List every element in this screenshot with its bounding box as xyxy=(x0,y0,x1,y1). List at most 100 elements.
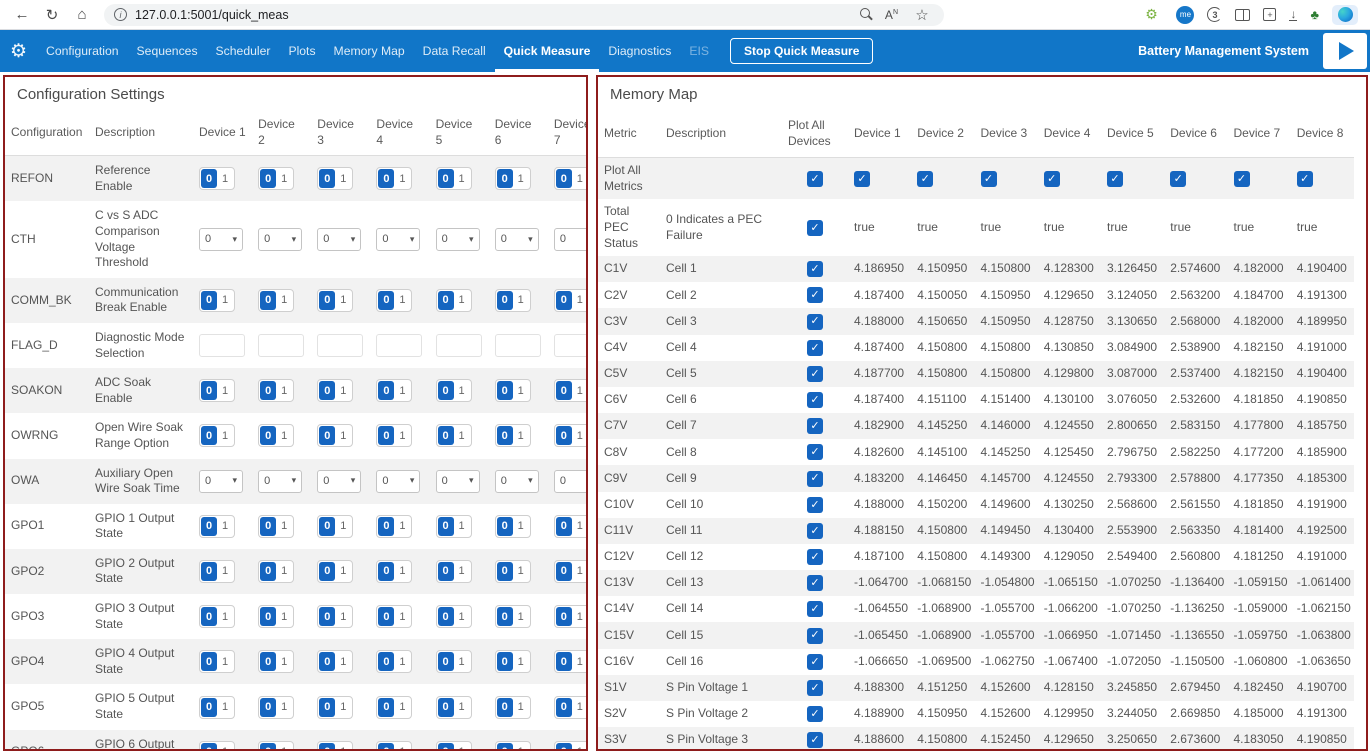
binary-toggle[interactable]: 01 xyxy=(317,560,353,583)
binary-toggle[interactable]: 01 xyxy=(376,515,412,538)
flag-d-input[interactable] xyxy=(317,334,363,357)
toggle-option-0[interactable]: 0 xyxy=(438,743,454,751)
binary-toggle[interactable]: 01 xyxy=(376,379,412,402)
toggle-option-1[interactable]: 1 xyxy=(394,426,410,445)
toggle-option-1[interactable]: 1 xyxy=(513,698,529,717)
home-icon[interactable]: ⌂ xyxy=(70,4,94,26)
plot-metric-checkbox[interactable]: ✓ xyxy=(807,340,823,356)
toggle-option-1[interactable]: 1 xyxy=(572,426,586,445)
toggle-option-1[interactable]: 1 xyxy=(276,743,292,751)
toggle-option-0[interactable]: 0 xyxy=(319,743,335,751)
plot-metric-checkbox[interactable]: ✓ xyxy=(807,418,823,434)
nav-item-scheduler[interactable]: Scheduler xyxy=(207,30,280,72)
toggle-option-0[interactable]: 0 xyxy=(378,743,394,751)
toggle-option-1[interactable]: 1 xyxy=(513,426,529,445)
toggle-option-1[interactable]: 1 xyxy=(217,562,233,581)
toggle-option-1[interactable]: 1 xyxy=(335,291,351,310)
binary-toggle[interactable]: 01 xyxy=(258,650,294,673)
toggle-option-0[interactable]: 0 xyxy=(378,562,394,581)
toggle-option-1[interactable]: 1 xyxy=(276,381,292,400)
toggle-option-1[interactable]: 1 xyxy=(513,562,529,581)
binary-toggle[interactable]: 01 xyxy=(199,605,235,628)
toggle-option-1[interactable]: 1 xyxy=(572,169,586,188)
toggle-option-0[interactable]: 0 xyxy=(556,607,572,626)
binary-toggle[interactable]: 01 xyxy=(554,167,586,190)
device-plot-checkbox[interactable]: ✓ xyxy=(1297,171,1313,187)
binary-toggle[interactable]: 01 xyxy=(436,560,472,583)
toggle-option-0[interactable]: 0 xyxy=(378,652,394,671)
binary-toggle[interactable]: 01 xyxy=(376,696,412,719)
zoom-icon[interactable] xyxy=(860,8,873,21)
binary-toggle[interactable]: 01 xyxy=(554,515,586,538)
plot-metric-checkbox[interactable]: ✓ xyxy=(807,628,823,644)
toggle-option-1[interactable]: 1 xyxy=(335,652,351,671)
toggle-option-0[interactable]: 0 xyxy=(201,743,217,751)
binary-toggle[interactable]: 01 xyxy=(258,741,294,751)
profile-avatar[interactable]: me xyxy=(1176,6,1194,24)
toggle-option-1[interactable]: 1 xyxy=(513,743,529,751)
toggle-option-0[interactable]: 0 xyxy=(319,381,335,400)
toggle-option-1[interactable]: 1 xyxy=(572,607,586,626)
toggle-option-0[interactable]: 0 xyxy=(319,562,335,581)
binary-toggle[interactable]: 01 xyxy=(258,515,294,538)
binary-toggle[interactable]: 01 xyxy=(317,379,353,402)
toggle-option-1[interactable]: 1 xyxy=(572,698,586,717)
plot-metric-checkbox[interactable]: ✓ xyxy=(807,680,823,696)
binary-toggle[interactable]: 01 xyxy=(258,424,294,447)
binary-toggle[interactable]: 01 xyxy=(495,379,531,402)
toggle-option-0[interactable]: 0 xyxy=(438,698,454,717)
toggle-option-0[interactable]: 0 xyxy=(260,652,276,671)
toggle-option-1[interactable]: 1 xyxy=(335,426,351,445)
toggle-option-0[interactable]: 0 xyxy=(556,698,572,717)
copilot-button[interactable] xyxy=(1332,5,1358,25)
value-select[interactable]: 0▾ xyxy=(199,470,243,493)
binary-toggle[interactable]: 01 xyxy=(436,167,472,190)
toggle-option-1[interactable]: 1 xyxy=(335,562,351,581)
toggle-option-1[interactable]: 1 xyxy=(217,607,233,626)
toggle-option-0[interactable]: 0 xyxy=(319,426,335,445)
extension-gear-icon[interactable]: ⚙ xyxy=(1139,4,1163,26)
stop-quick-measure-button[interactable]: Stop Quick Measure xyxy=(730,38,873,64)
flag-d-input[interactable] xyxy=(376,334,422,357)
flag-d-input[interactable] xyxy=(436,334,482,357)
toggle-option-1[interactable]: 1 xyxy=(454,517,470,536)
toggle-option-0[interactable]: 0 xyxy=(378,169,394,188)
toggle-option-1[interactable]: 1 xyxy=(217,169,233,188)
toggle-option-0[interactable]: 0 xyxy=(378,607,394,626)
binary-toggle[interactable]: 01 xyxy=(258,696,294,719)
toggle-option-1[interactable]: 1 xyxy=(454,607,470,626)
toggle-option-0[interactable]: 0 xyxy=(497,698,513,717)
toggle-option-1[interactable]: 1 xyxy=(454,652,470,671)
plot-metric-checkbox[interactable]: ✓ xyxy=(807,523,823,539)
value-select[interactable]: 0▾ xyxy=(317,470,361,493)
binary-toggle[interactable]: 01 xyxy=(317,515,353,538)
toggle-option-0[interactable]: 0 xyxy=(497,517,513,536)
toggle-option-1[interactable]: 1 xyxy=(335,607,351,626)
toggle-option-1[interactable]: 1 xyxy=(335,698,351,717)
toggle-option-1[interactable]: 1 xyxy=(572,562,586,581)
toggle-option-0[interactable]: 0 xyxy=(556,381,572,400)
toggle-option-1[interactable]: 1 xyxy=(276,562,292,581)
binary-toggle[interactable]: 01 xyxy=(376,560,412,583)
toggle-option-0[interactable]: 0 xyxy=(319,652,335,671)
binary-toggle[interactable]: 01 xyxy=(436,650,472,673)
value-select[interactable]: 0▾ xyxy=(258,470,302,493)
site-info-icon[interactable]: i xyxy=(114,8,127,21)
toggle-option-1[interactable]: 1 xyxy=(572,743,586,751)
binary-toggle[interactable]: 01 xyxy=(199,379,235,402)
toggle-option-0[interactable]: 0 xyxy=(438,381,454,400)
toggle-option-0[interactable]: 0 xyxy=(438,607,454,626)
toggle-option-0[interactable]: 0 xyxy=(260,381,276,400)
toggle-option-1[interactable]: 1 xyxy=(394,652,410,671)
nav-item-eis[interactable]: EIS xyxy=(680,30,718,72)
binary-toggle[interactable]: 01 xyxy=(199,560,235,583)
extension-clover-icon[interactable]: ♣ xyxy=(1310,7,1319,22)
toggle-option-1[interactable]: 1 xyxy=(276,698,292,717)
plot-metric-checkbox[interactable]: ✓ xyxy=(807,366,823,382)
binary-toggle[interactable]: 01 xyxy=(554,696,586,719)
toggle-option-0[interactable]: 0 xyxy=(260,743,276,751)
binary-toggle[interactable]: 01 xyxy=(495,167,531,190)
nav-item-configuration[interactable]: Configuration xyxy=(37,30,128,72)
binary-toggle[interactable]: 01 xyxy=(495,289,531,312)
binary-toggle[interactable]: 01 xyxy=(554,379,586,402)
